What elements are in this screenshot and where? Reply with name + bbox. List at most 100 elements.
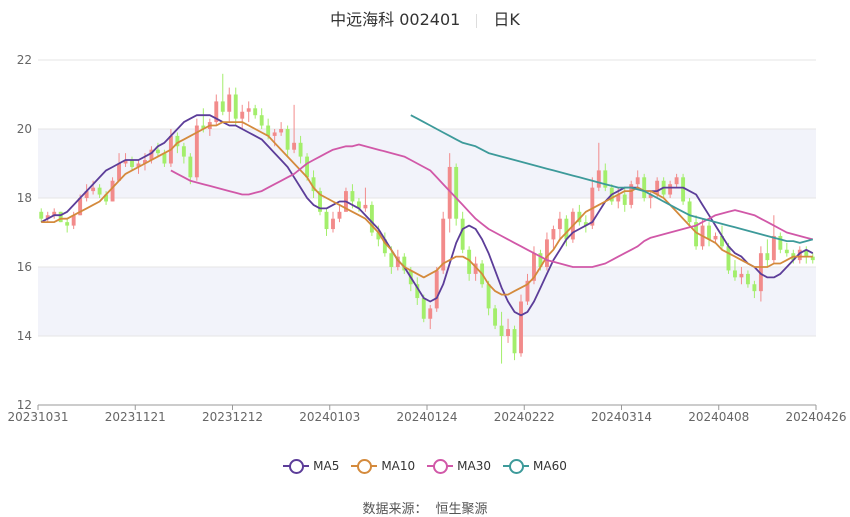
legend-item-ma5[interactable]: MA5 (283, 458, 339, 474)
candle-body (233, 94, 238, 119)
candle-body (421, 298, 426, 319)
candle-body (279, 129, 284, 133)
kline-chart: 121416182022 20231031 20231121 20231212 202… (7, 53, 847, 424)
candle (194, 118, 199, 181)
candle-body (707, 225, 711, 240)
candle (227, 87, 232, 123)
y-tick-label: 18 (17, 191, 32, 205)
candle-body (181, 146, 186, 157)
candle-body (486, 284, 491, 309)
x-tick-label: 20231212 (202, 410, 263, 424)
candle (324, 208, 329, 236)
candle (642, 173, 647, 202)
candle-body (739, 273, 744, 278)
legend-marker-icon (427, 458, 454, 474)
y-axis: 121416182022 (17, 53, 32, 412)
legend-label: MA5 (313, 459, 340, 473)
candle-body (668, 184, 673, 195)
candle (220, 73, 225, 116)
candle-body (58, 211, 63, 223)
candle (765, 239, 770, 267)
candle-body (733, 270, 737, 278)
candle (214, 94, 219, 126)
x-tick-label: 20240314 (591, 410, 652, 424)
candle-body (188, 156, 193, 178)
candle-body (298, 142, 303, 157)
candle-body (681, 177, 686, 202)
x-tick-label: 20240222 (494, 410, 555, 424)
candle-body (305, 156, 310, 178)
candle-body (557, 218, 562, 230)
candle (434, 267, 439, 312)
candle-body (253, 108, 258, 116)
candle-body (771, 235, 776, 261)
source-name: 恒生聚源 (435, 502, 488, 517)
candle (681, 173, 686, 205)
candle-body (434, 270, 439, 309)
candle-body (752, 284, 757, 292)
candle-body (765, 253, 770, 261)
y-tick-label: 16 (17, 260, 32, 274)
candle-body (155, 149, 160, 154)
x-tick-label: 20240426 (785, 410, 846, 424)
legend-item-ma60[interactable]: MA60 (503, 458, 567, 474)
candle (707, 222, 711, 247)
candle (454, 163, 459, 226)
candle-body (622, 194, 627, 205)
candle (771, 215, 776, 264)
legend: MA5 MA10 MA30 MA60 (0, 458, 850, 477)
candle (39, 208, 44, 223)
candle-body (551, 229, 556, 240)
y-tick-label: 14 (17, 329, 32, 343)
candle-body (110, 180, 115, 202)
candle-body (674, 177, 679, 185)
candle-body (493, 308, 498, 326)
candle (253, 104, 258, 119)
candle-body (564, 218, 569, 240)
grid-band (38, 267, 816, 336)
candle-body (285, 129, 290, 150)
candle-body (460, 218, 465, 250)
candle-body (331, 218, 335, 230)
grid-band (38, 129, 816, 198)
legend-marker-icon (351, 458, 378, 474)
candle (331, 211, 335, 233)
data-source: 数据来源： 恒生聚源 (0, 498, 850, 517)
candle (58, 211, 63, 223)
candle (687, 198, 692, 226)
candle-body (687, 201, 692, 223)
candle (544, 232, 549, 271)
candle-body (324, 211, 329, 230)
legend-marker-icon (283, 458, 310, 474)
x-axis: 20231031 20231121 20231212 20240103 20240124… (7, 404, 847, 424)
candle (240, 104, 245, 129)
candle-body (363, 204, 368, 209)
legend-label: MA10 (381, 459, 416, 473)
candle-body (635, 177, 640, 185)
candle-body (596, 170, 601, 188)
candle (493, 304, 498, 330)
x-tick-label: 20240408 (688, 410, 749, 424)
candle-body (39, 211, 44, 219)
candle-body (220, 101, 225, 112)
candle-body (259, 115, 264, 126)
candle-body (350, 191, 355, 202)
grid-lines (38, 59, 816, 406)
candle (557, 211, 562, 240)
y-tick-label: 22 (17, 53, 32, 67)
candle (519, 294, 523, 357)
candle-body (519, 301, 523, 354)
legend-label: MA30 (457, 459, 492, 473)
candle (337, 204, 342, 223)
legend-item-ma30[interactable]: MA30 (427, 458, 491, 474)
candle-body (389, 253, 394, 267)
candle-body (784, 249, 789, 254)
candle (369, 201, 374, 236)
candle-body (97, 187, 102, 195)
candle-body (227, 94, 232, 112)
candle (577, 204, 582, 226)
legend-item-ma10[interactable]: MA10 (351, 458, 415, 474)
candle (259, 108, 264, 129)
candle-body (778, 235, 783, 250)
candle-body (506, 329, 510, 336)
